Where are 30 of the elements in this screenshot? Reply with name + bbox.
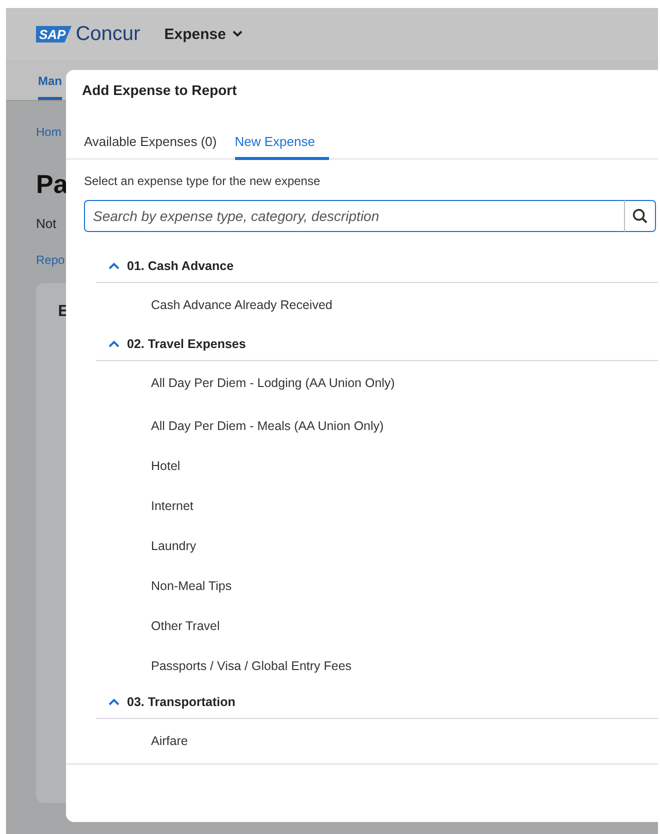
search-button[interactable]: [624, 200, 656, 232]
tab[interactable]: Available Expenses (0): [84, 116, 217, 160]
expense-type-item[interactable]: Airfare: [96, 719, 658, 763]
expense-type-item[interactable]: Laundry: [96, 526, 658, 566]
chevron-up-icon: [108, 262, 120, 270]
group-header[interactable]: 01. Cash Advance: [96, 250, 658, 283]
expense-type-item[interactable]: Hotel: [96, 446, 658, 486]
chevron-up-icon: [108, 698, 120, 706]
expense-menu[interactable]: Expense: [164, 26, 243, 42]
tab[interactable]: New Expense: [234, 116, 329, 160]
expense-type-item[interactable]: All Day Per Diem - Meals (AA Union Only): [96, 406, 658, 446]
expense-type-item[interactable]: Non-Meal Tips: [96, 566, 658, 606]
logo: SAP: [36, 26, 72, 42]
page-title: Pa: [36, 169, 68, 200]
group-header[interactable]: 02. Travel Expenses: [96, 328, 658, 361]
dialog-title: Add Expense to Report: [81, 81, 238, 100]
brand-name: Concur: [76, 22, 140, 46]
group-header[interactable]: 03. Transportation: [96, 686, 658, 719]
expense-type-item[interactable]: Internet: [96, 486, 658, 526]
status-text: Not: [36, 216, 56, 231]
search-icon: [632, 208, 648, 224]
instruction-text: Select an expense type for the new expense: [84, 174, 322, 188]
nav-tab[interactable]: Man: [38, 74, 62, 100]
expense-type-item[interactable]: All Day Per Diem - Lodging (AA Union Only): [96, 361, 658, 406]
expense-type-item[interactable]: Passports / Visa / Global Entry Fees: [96, 646, 658, 686]
chevron-down-icon: [232, 30, 243, 38]
search-field[interactable]: Search by expense type, category, description: [84, 200, 624, 232]
expense-type-item[interactable]: Other Travel: [96, 606, 658, 646]
chevron-up-icon: [108, 340, 120, 348]
expense-type-item[interactable]: Cash Advance Already Received: [96, 283, 658, 328]
